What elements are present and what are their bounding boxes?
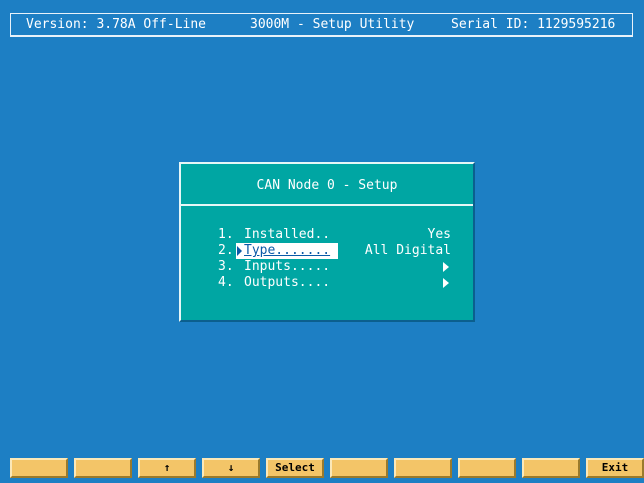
serial-id-label: Serial ID: 1129595216 xyxy=(451,17,616,32)
menu-item-outputs[interactable]: 4. Outputs.... xyxy=(181,275,473,291)
menu-item-number: 3. xyxy=(218,259,234,274)
function-key-9[interactable] xyxy=(522,458,580,478)
version-label: Version: 3.78A Off-Line xyxy=(26,17,207,32)
selection-pointer-icon xyxy=(237,246,242,256)
menu-item-label: Outputs.... xyxy=(244,275,331,290)
select-key[interactable]: Select xyxy=(266,458,324,478)
setup-utility-screen: Version: 3.78A Off-Line 3000M - Setup Ut… xyxy=(0,0,644,483)
function-key-7[interactable] xyxy=(394,458,452,478)
app-title: 3000M - Setup Utility xyxy=(250,17,415,32)
menu-item-label: Inputs..... xyxy=(244,259,331,274)
menu-item-number: 4. xyxy=(218,275,234,290)
exit-key[interactable]: Exit xyxy=(586,458,644,478)
menu-item-number: 2. xyxy=(218,243,234,258)
title-bar: Version: 3.78A Off-Line 3000M - Setup Ut… xyxy=(10,13,633,37)
function-key-6[interactable] xyxy=(330,458,388,478)
up-arrow-key[interactable]: ↑ xyxy=(138,458,196,478)
down-arrow-key[interactable]: ↓ xyxy=(202,458,260,478)
can-node-setup-dialog: CAN Node 0 - Setup 1. Installed.. Yes 2.… xyxy=(179,162,475,322)
function-key-2[interactable] xyxy=(74,458,132,478)
menu-item-label-selected: Type....... xyxy=(236,243,338,259)
menu-item-number: 1. xyxy=(218,227,234,242)
menu-item-label: Installed.. xyxy=(244,227,331,242)
menu-item-value: Yes xyxy=(427,227,451,242)
menu-item-installed[interactable]: 1. Installed.. Yes xyxy=(181,227,473,243)
function-key-8[interactable] xyxy=(458,458,516,478)
submenu-arrow-icon xyxy=(443,262,449,272)
menu-item-type[interactable]: 2. Type....... All Digital xyxy=(181,243,473,259)
dialog-title: CAN Node 0 - Setup xyxy=(256,178,398,193)
menu-item-value: All Digital xyxy=(364,243,451,258)
dialog-divider xyxy=(181,204,473,206)
submenu-arrow-icon xyxy=(443,278,449,288)
menu-item-inputs[interactable]: 3. Inputs..... xyxy=(181,259,473,275)
function-key-1[interactable] xyxy=(10,458,68,478)
function-key-bar: ↑ ↓ Select Exit xyxy=(10,458,644,478)
